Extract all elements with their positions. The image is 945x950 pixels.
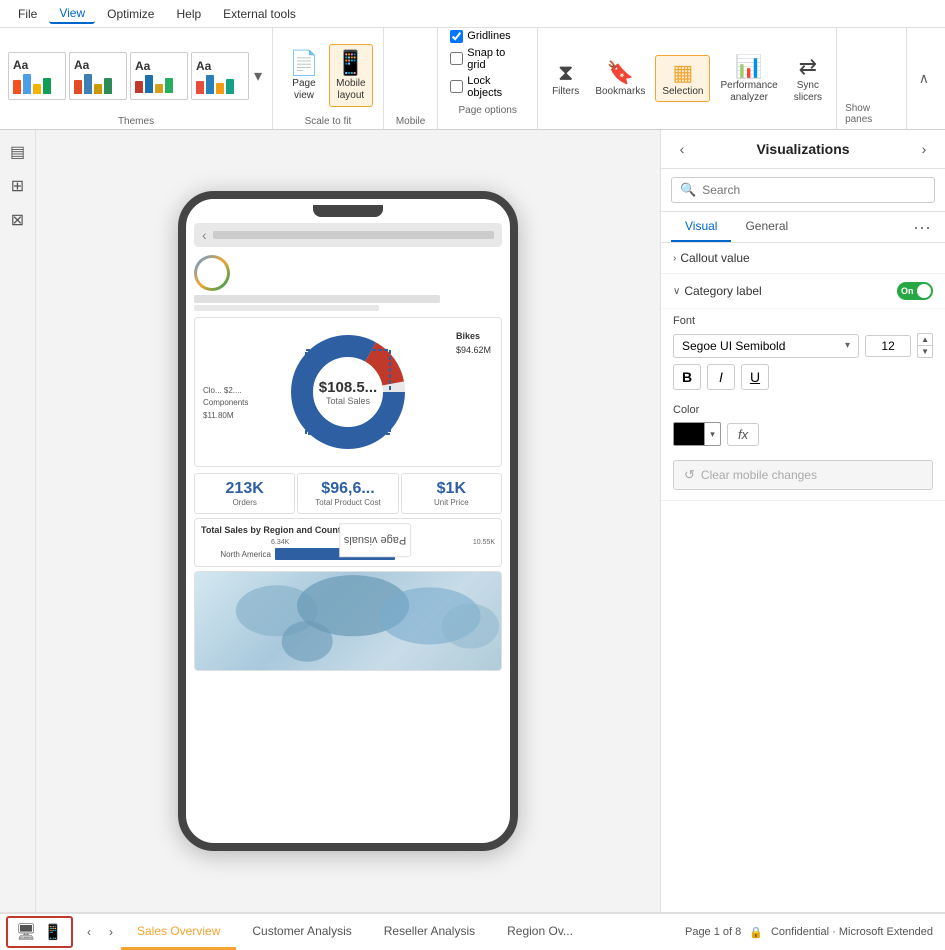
theme-swatch-4[interactable]: Aa [191, 52, 249, 100]
bold-button[interactable]: B [673, 364, 701, 390]
scale-to-fit-label: Scale to fit [305, 116, 352, 127]
search-input[interactable] [702, 183, 926, 197]
map-section [194, 571, 502, 671]
font-size-spinner[interactable]: ▲ ▼ [917, 333, 933, 358]
category-label-text: Category label [684, 284, 897, 298]
clear-label: Clear mobile changes [701, 468, 817, 482]
confidential-status: Confidential · Microsoft Extended [771, 926, 933, 938]
callout-value-label: Callout value [680, 251, 749, 265]
themes-label: Themes [118, 116, 154, 127]
search-icon: 🔍 [680, 182, 696, 198]
color-dropdown-arrow[interactable]: ▾ [705, 422, 721, 446]
mobile-layout-button[interactable]: 📱 Mobilelayout [329, 44, 373, 107]
font-selector[interactable]: Segoe UI Semibold ▾ [673, 334, 859, 358]
tab-general[interactable]: General [731, 212, 802, 242]
font-label: Font [673, 315, 933, 327]
category-label-arrow: ∨ [673, 286, 680, 297]
panel-prev-button[interactable]: ‹ [671, 138, 693, 160]
page-visuals-tab[interactable]: Page visuals [339, 523, 411, 557]
theme-swatch-2[interactable]: Aa [69, 52, 127, 100]
theme-swatch-3[interactable]: Aa [130, 52, 188, 100]
prev-page-button[interactable]: ‹ [79, 922, 99, 942]
menu-optimize[interactable]: Optimize [97, 5, 164, 23]
page-view-label: Pageview [292, 78, 315, 102]
page-tab-reseller-analysis[interactable]: Reseller Analysis [368, 914, 491, 950]
underline-button[interactable]: U [741, 364, 769, 390]
donut-left-labels: Clo... $2.... Components $11.80M [203, 385, 248, 423]
desktop-view-icon[interactable]: 🖥 [14, 920, 38, 944]
sidebar-icon-bar-chart[interactable]: ▤ [4, 138, 32, 166]
sidebar-icon-format[interactable]: ⊠ [4, 206, 32, 234]
donut-bikes-label: Bikes $94.62M [456, 330, 491, 357]
mobile-view-icon[interactable]: 📱 [41, 920, 65, 944]
mobile-label: Mobile [396, 116, 425, 127]
page-view-button[interactable]: 📄 Pageview [283, 45, 325, 106]
page-options-label: Page options [450, 105, 525, 116]
bookmarks-button[interactable]: 🔖 Bookmarks [589, 56, 651, 101]
selection-button[interactable]: ▦ Selection [655, 55, 710, 102]
kpi-total-product-cost: $96,6... Total Product Cost [297, 473, 398, 514]
tab-visual[interactable]: Visual [671, 212, 731, 242]
kpi-orders: 213K Orders [194, 473, 295, 514]
clear-mobile-changes-button[interactable]: ↺ Clear mobile changes [673, 460, 933, 490]
filters-button[interactable]: ⧗ Filters [546, 56, 585, 101]
callout-value-section[interactable]: › Callout value [661, 243, 945, 273]
font-size-input[interactable] [865, 335, 911, 357]
performance-analyzer-button[interactable]: 📊 Performanceanalyzer [714, 50, 783, 108]
visualizations-panel: ‹ Visualizations › 🔍 Visual General ··· … [660, 130, 945, 912]
collapse-ribbon-button[interactable]: ∧ [915, 66, 933, 91]
tab-more-button[interactable]: ··· [909, 218, 935, 236]
panel-expand-button[interactable]: › [913, 138, 935, 160]
page-status: Page 1 of 8 [685, 926, 741, 938]
kpi-unit-price: $1K Unit Price [401, 473, 502, 514]
page-tab-region-overview[interactable]: Region Ov... [491, 914, 589, 950]
italic-button[interactable]: I [707, 364, 735, 390]
menu-file[interactable]: File [8, 5, 47, 23]
sidebar-icon-table[interactable]: ⊞ [4, 172, 32, 200]
phone-mockup: ‹ Bikes $94.62M Clo... $2 [178, 191, 518, 851]
theme-swatch-1[interactable]: Aa [8, 52, 66, 100]
lock-objects-checkbox[interactable]: Lock objects [450, 75, 525, 99]
next-page-button[interactable]: › [101, 922, 121, 942]
menu-view[interactable]: View [49, 4, 95, 24]
themes-dropdown-arrow[interactable]: ▾ [252, 64, 264, 88]
clear-icon: ↺ [684, 467, 695, 483]
category-label-section[interactable]: ∨ Category label On [661, 274, 945, 308]
page-tab-customer-analysis[interactable]: Customer Analysis [236, 914, 367, 950]
lock-icon: 🔒 [749, 926, 763, 939]
fx-button[interactable]: fx [727, 423, 759, 446]
color-swatch-button[interactable]: ▾ [673, 422, 721, 446]
panel-title: Visualizations [693, 141, 913, 157]
show-panes-label: Show panes [845, 103, 898, 125]
category-label-toggle[interactable]: On [897, 282, 933, 300]
font-dropdown-arrow: ▾ [845, 340, 850, 351]
callout-value-arrow: › [673, 253, 676, 264]
sync-slicers-button[interactable]: ⇄ Syncslicers [788, 50, 828, 108]
color-label: Color [673, 404, 933, 416]
snap-to-grid-checkbox[interactable]: Snap to grid [450, 47, 525, 71]
gridlines-checkbox[interactable]: Gridlines [450, 30, 525, 43]
menu-help[interactable]: Help [166, 5, 211, 23]
menu-external-tools[interactable]: External tools [213, 5, 306, 23]
donut-center-value: $108.5... Total Sales [319, 379, 377, 406]
page-tab-sales-overview[interactable]: Sales Overview [121, 914, 236, 950]
mobile-layout-label: Mobilelayout [336, 78, 365, 102]
